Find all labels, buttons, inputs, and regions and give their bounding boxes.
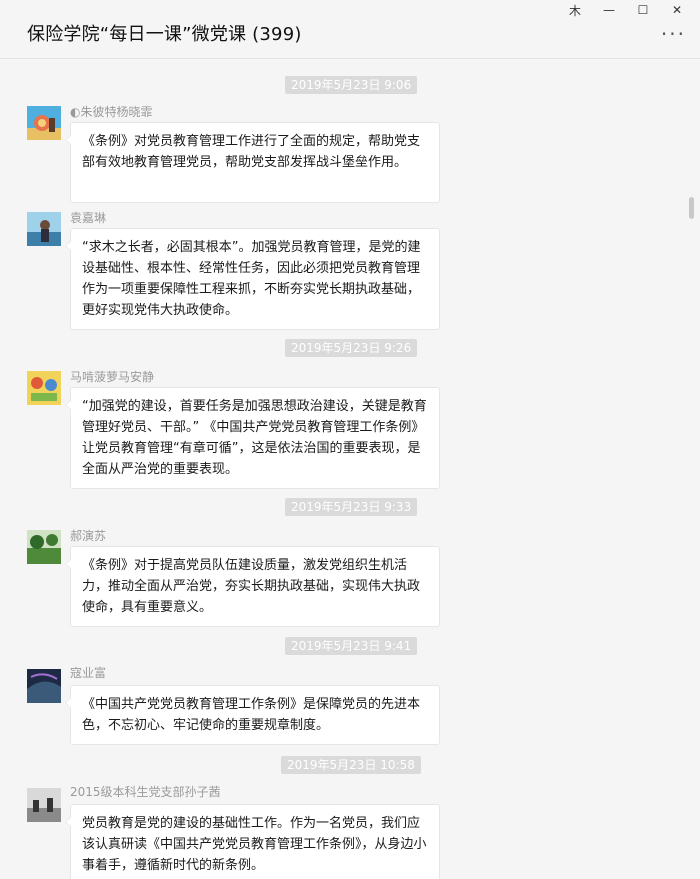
timestamp: 2019年5月23日 9:06 xyxy=(285,76,418,94)
message-bubble[interactable]: 党员教育是党的建设的基础性工作。作为一名党员，我们应该认真研读《中国共产党党员教… xyxy=(65,804,440,879)
close-button[interactable]: ✕ xyxy=(660,0,694,20)
sender-name: 寇业富 xyxy=(70,666,107,680)
timestamp: 2019年5月23日 10:58 xyxy=(281,756,421,774)
message-bubble[interactable]: “加强党的建设，首要任务是加强思想政治建设，关键是教育管理好党员、干部。” 《中… xyxy=(65,387,440,489)
timestamp: 2019年5月23日 9:41 xyxy=(285,637,418,655)
avatar[interactable] xyxy=(27,530,61,564)
sender-name: 袁嘉琳 xyxy=(70,211,107,225)
sender-name: ◐朱彼特杨晓霏 xyxy=(70,105,153,119)
timestamp: 2019年5月23日 9:33 xyxy=(285,498,418,516)
avatar[interactable] xyxy=(27,212,61,246)
message-bubble[interactable]: 《条例》对于提高党员队伍建设质量，激发党组织生机活力，推动全面从严治党，夯实长期… xyxy=(65,546,440,627)
more-options-button[interactable]: ··· xyxy=(661,24,686,44)
sender-name: 马啃菠萝马安静 xyxy=(70,370,155,384)
avatar[interactable] xyxy=(27,669,61,703)
pin-icon[interactable]: ⽊ xyxy=(558,0,592,20)
message-bubble[interactable]: 《条例》对党员教育管理工作进行了全面的规定，帮助党支部有效地教育管理党员，帮助党… xyxy=(65,122,440,203)
maximize-button[interactable]: ☐ xyxy=(626,0,660,20)
message-bubble[interactable]: 《中国共产党党员教育管理工作条例》是保障党员的先进本色，不忘初心、牢记使命的重要… xyxy=(65,685,440,745)
avatar[interactable] xyxy=(27,788,61,822)
message-list[interactable]: 2019年5月23日 9:06 ◐朱彼特杨晓霏 《条例》对党员教育管理工作进行了… xyxy=(0,59,700,879)
avatar[interactable] xyxy=(27,106,61,140)
scrollbar-thumb[interactable] xyxy=(689,197,694,219)
window-controls: ⽊ — ☐ ✕ xyxy=(558,0,694,20)
sender-name: 郝演苏 xyxy=(70,529,107,543)
minimize-button[interactable]: — xyxy=(592,0,626,20)
title-bar: 保险学院“每日一课”微党课 (399) ⽊ — ☐ ✕ ··· xyxy=(0,0,700,59)
sender-name: 2015级本科生党支部孙子茜 xyxy=(70,785,221,799)
timestamp: 2019年5月23日 9:26 xyxy=(285,339,418,357)
avatar[interactable] xyxy=(27,371,61,405)
chat-title: 保险学院“每日一课”微党课 (399) xyxy=(27,24,302,45)
message-bubble[interactable]: “求木之长者，必固其根本”。加强党员教育管理，是党的建设基础性、根本性、经常性任… xyxy=(65,228,440,330)
